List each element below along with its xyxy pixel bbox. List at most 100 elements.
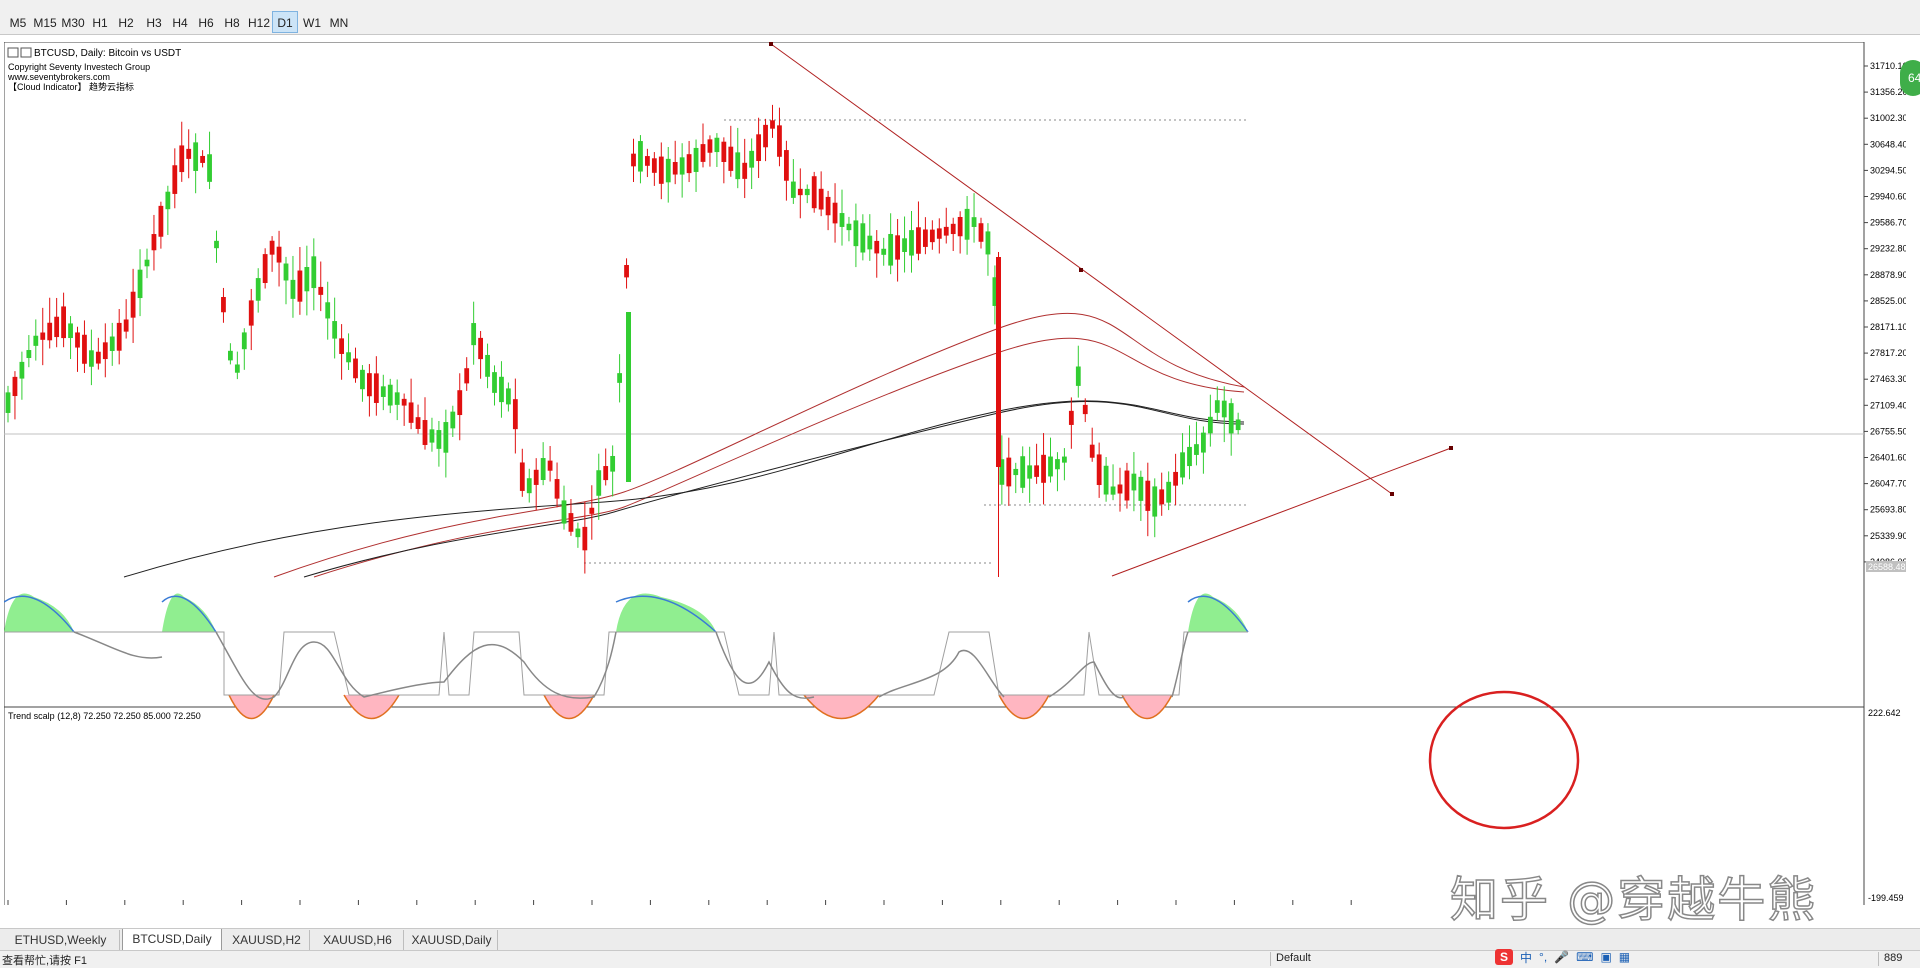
timeframe-m5[interactable]: M5 — [6, 11, 30, 33]
candle-body — [492, 372, 497, 393]
chart-tab[interactable]: XAUUSD,Daily — [406, 930, 498, 950]
candle-body — [846, 223, 852, 231]
timeframe-d1[interactable]: D1 — [272, 11, 298, 33]
candle-body — [367, 373, 372, 397]
candle-body — [1194, 444, 1199, 455]
candle-body — [422, 420, 428, 445]
candle-body — [721, 141, 727, 162]
candle-body — [1020, 456, 1026, 488]
chart-window[interactable]: 31710.10 31356.20 31002.30 30648.40 30294.50… — [3, 41, 1910, 918]
timeframe-h12[interactable]: H12 — [246, 11, 272, 33]
status-profile[interactable]: Default — [1276, 952, 1311, 964]
candle-body — [408, 402, 414, 423]
candle-body — [1180, 452, 1185, 478]
trendline-anchor[interactable] — [1390, 492, 1394, 496]
trendline-anchor[interactable] — [1449, 446, 1453, 450]
timeframe-m30[interactable]: M30 — [60, 11, 86, 33]
candle-body — [923, 229, 928, 247]
candle-body — [867, 235, 873, 250]
candle-body — [1096, 454, 1102, 486]
ime-punct[interactable]: °, — [1539, 950, 1547, 964]
candle-body — [1027, 465, 1033, 479]
candle-body — [429, 429, 435, 443]
keyboard-icon[interactable]: ⌨ — [1576, 950, 1593, 964]
chart-canvas[interactable]: 31710.1031356.2031002.3030648.4030294.50… — [3, 41, 1910, 918]
candle-body — [1041, 454, 1046, 483]
candle-body — [881, 248, 887, 255]
candle-body — [547, 460, 553, 471]
candle-body — [964, 208, 970, 240]
candle-body — [651, 158, 657, 173]
candle-body — [290, 279, 296, 299]
candle-body — [1062, 456, 1067, 463]
candle-body — [193, 142, 199, 171]
timeframe-h6[interactable]: H6 — [194, 11, 218, 33]
chart-tab[interactable]: XAUUSD,H2 — [224, 930, 310, 950]
candle-body — [179, 145, 185, 173]
candle-body — [1173, 471, 1178, 486]
candle-body — [589, 507, 595, 514]
candle-body — [902, 238, 907, 252]
timeframe-h8[interactable]: H8 — [220, 11, 244, 33]
candle-body — [1048, 456, 1053, 477]
timeframe-h1[interactable]: H1 — [88, 11, 112, 33]
candle-body — [985, 231, 991, 255]
floating-badge[interactable]: 64 — [1900, 60, 1920, 96]
candle-body — [1228, 403, 1234, 434]
trendline-anchor[interactable] — [1079, 268, 1083, 272]
candle-body — [68, 323, 73, 339]
candle-body — [1221, 400, 1227, 418]
candle-body — [234, 364, 240, 373]
candle-body — [346, 352, 351, 363]
candle-body — [380, 386, 386, 397]
candle-body — [144, 259, 150, 267]
ime-mode[interactable]: 中 — [1520, 949, 1532, 966]
candle-body — [54, 316, 60, 338]
candle-body — [200, 155, 205, 163]
candle-body — [443, 422, 449, 453]
timeframe-w1[interactable]: W1 — [300, 11, 324, 33]
candle-body — [839, 213, 845, 227]
candle-body — [832, 202, 838, 224]
candle-body — [1187, 446, 1192, 467]
candle-body — [506, 388, 511, 405]
chart-tab[interactable]: ETHUSD,Weekly — [2, 930, 120, 950]
timeframe-h4[interactable]: H4 — [168, 11, 192, 33]
candle-body — [596, 470, 602, 496]
candle-body — [790, 181, 796, 198]
ime-toolbar[interactable]: S 中 °, 🎤 ⌨ ▣ ▦ — [1495, 948, 1630, 966]
price-label: 28878.90 — [1870, 270, 1906, 280]
candle-body — [283, 263, 289, 281]
candle-body — [26, 350, 32, 359]
candle-body — [360, 369, 365, 390]
candle-body — [978, 223, 984, 242]
candle-body — [172, 165, 178, 194]
candle-body — [645, 156, 650, 166]
chart-tab[interactable]: XAUUSD,H6 — [312, 930, 404, 950]
candle-body — [394, 392, 400, 405]
candle-body — [626, 312, 631, 482]
candle-body — [158, 205, 164, 237]
candle-body — [658, 156, 664, 184]
mic-icon[interactable]: 🎤 — [1554, 950, 1569, 964]
timeframe-mn[interactable]: MN — [326, 11, 352, 33]
timeframe-h2[interactable]: H2 — [114, 11, 138, 33]
trendline-anchor[interactable] — [769, 42, 773, 46]
candle-body — [1159, 489, 1165, 505]
candle-body — [332, 321, 338, 339]
info-line-3: 【Cloud Indicator】 趋势云指标 — [8, 81, 134, 92]
candle-body — [1131, 473, 1137, 491]
chart-tab[interactable]: BTCUSD,Daily — [122, 929, 222, 951]
price-label: 25693.80 — [1870, 505, 1906, 515]
timeframe-h3[interactable]: H3 — [142, 11, 166, 33]
candle-body — [693, 147, 699, 172]
shirt-icon[interactable]: ▣ — [1600, 950, 1611, 964]
candle-body — [554, 479, 560, 499]
grid-icon[interactable]: ▦ — [1619, 950, 1630, 964]
candle-body — [1207, 416, 1213, 434]
candle-body — [811, 176, 817, 209]
timeframe-m15[interactable]: M15 — [32, 11, 58, 33]
candle-body — [784, 150, 789, 181]
price-label: 30294.50 — [1870, 165, 1906, 175]
sogou-s-icon[interactable]: S — [1495, 949, 1513, 965]
